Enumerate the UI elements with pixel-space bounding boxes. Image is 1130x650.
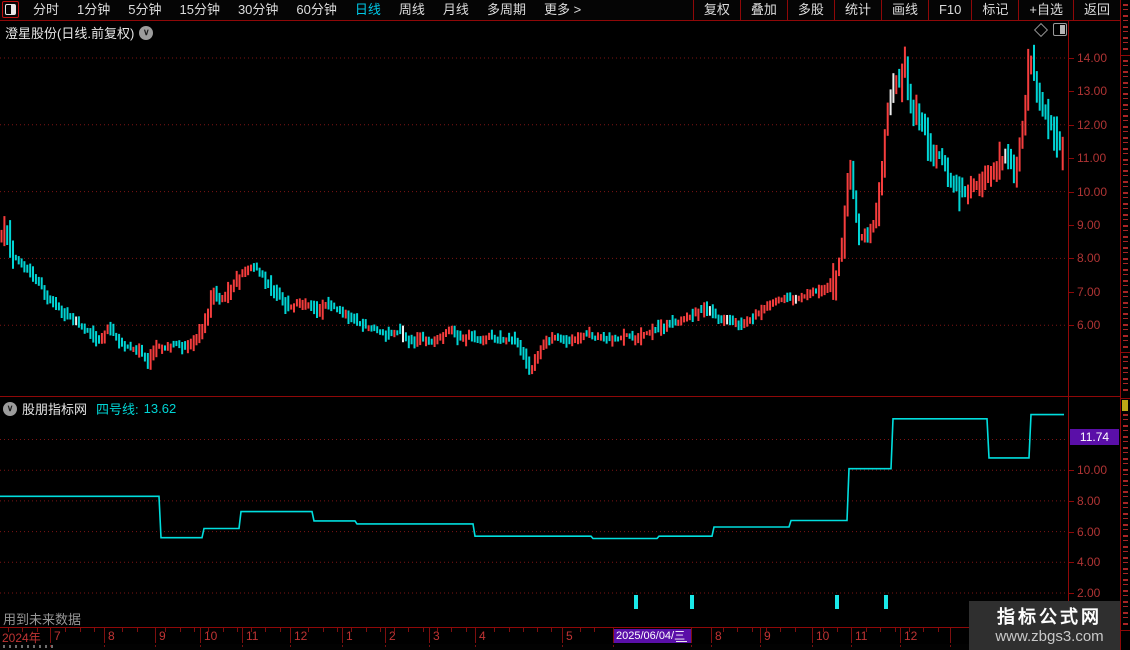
period-tab-8[interactable]: 月线 (434, 0, 478, 20)
price-axis-label: 14.00 (1077, 51, 1108, 65)
indicator-header: ∨ 股朋指标网 四号线: 13.62 (3, 399, 176, 418)
period-tab-10[interactable]: 更多 > (535, 0, 590, 20)
indicator-axis-label: 8.00 (1077, 493, 1101, 508)
watermark-url: www.zbgs3.com (995, 627, 1104, 645)
month-label: 5 (566, 629, 573, 643)
price-axis-label: 13.00 (1077, 84, 1108, 99)
indicator-value-badge: 11.74 (1070, 429, 1119, 445)
period-tab-9[interactable]: 多周期 (478, 0, 535, 20)
toolbar-button-7[interactable]: +自选 (1018, 0, 1073, 20)
indicator-axis-label: 10.00 (1077, 463, 1108, 478)
indicator-axis-label: 6.00 (1077, 524, 1101, 539)
clipped-yellow-glyph (1122, 400, 1128, 411)
month-label: 8 (108, 629, 115, 643)
toolbar-button-3[interactable]: 统计 (833, 0, 881, 20)
price-axis-label: 9.00 (1077, 218, 1101, 232)
month-label: 12 (904, 629, 918, 643)
period-tab-3[interactable]: 15分钟 (170, 0, 228, 20)
layout-window-icon[interactable] (2, 1, 19, 18)
top-toolbar: 分时 1分钟 5分钟 15分钟 30分钟 60分钟 日线 周线 月线 多周期 更多 > 复权 叠加 多股… (0, 0, 1130, 21)
clipped-side-toolbar (1120, 0, 1130, 650)
price-axis-label: 12.00 (1077, 117, 1108, 132)
clipped-bottom-pane (0, 644, 1130, 650)
watermark-title: 指标公式网 (997, 606, 1102, 627)
month-label: 8 (715, 629, 722, 643)
price-axis-label: 8.00 (1077, 251, 1101, 266)
month-label: 11 (246, 629, 259, 643)
month-label: 4 (479, 629, 486, 643)
month-label: 7 (54, 629, 61, 643)
indicator-axis-label: 2.00 (1077, 586, 1101, 600)
collapse-chevron-icon[interactable]: ∨ (3, 401, 17, 416)
period-tabs: 分时 1分钟 5分钟 15分钟 30分钟 60分钟 日线 周线 月线 多周期 更多 > (24, 0, 590, 20)
watermark: 指标公式网 www.zbgs3.com (969, 601, 1130, 650)
period-tab-0[interactable]: 分时 (24, 0, 68, 20)
price-axis-label: 10.00 (1077, 184, 1108, 199)
indicator-axis-label: 4.00 (1077, 555, 1101, 570)
toolbar-button-6[interactable]: 标记 (971, 0, 1018, 20)
clipped-text-fragment (3, 645, 55, 648)
toolbar-buttons: 复权 叠加 多股 统计 画线 F10 标记 +自选 返回 (692, 0, 1121, 20)
period-tab-7[interactable]: 周线 (390, 0, 434, 20)
toolbar-button-2[interactable]: 多股 (786, 0, 834, 20)
period-tab-4[interactable]: 30分钟 (229, 0, 287, 20)
month-label: 12 (294, 629, 308, 643)
price-axis-label: 7.00 (1077, 284, 1101, 299)
indicator-line-label: 四号线: (96, 402, 139, 417)
toolbar-button-5[interactable]: F10 (927, 0, 971, 20)
price-axis-label: 11.00 (1077, 151, 1107, 166)
period-tab-5[interactable]: 60分钟 (287, 0, 345, 20)
toolbar-button-0[interactable]: 复权 (692, 0, 740, 20)
month-label: 10 (204, 629, 218, 643)
toolbar-button-1[interactable]: 叠加 (739, 0, 787, 20)
toolbar-button-8[interactable]: 返回 (1072, 0, 1121, 20)
future-data-warning: 用到未来数据 (3, 612, 82, 627)
main-candlestick-chart[interactable] (0, 21, 1066, 396)
indicator-source-label: 股朋指标网 (22, 402, 88, 417)
period-tab-6[interactable]: 日线 (346, 0, 390, 20)
selected-date-underline (676, 641, 687, 642)
indicator-line-value: 13.62 (143, 401, 177, 416)
indicator-chart[interactable] (0, 397, 1066, 627)
date-axis: 2025/06/04/三 2024年 7 8 9 10 11 12 1 2 3 4 5 8 9 10 11 12 (0, 627, 1121, 645)
price-axis-label: 6.00 (1077, 318, 1101, 333)
toolbar-button-4[interactable]: 画线 (880, 0, 928, 20)
period-tab-1[interactable]: 1分钟 (68, 0, 119, 20)
period-tab-2[interactable]: 5分钟 (119, 0, 170, 20)
